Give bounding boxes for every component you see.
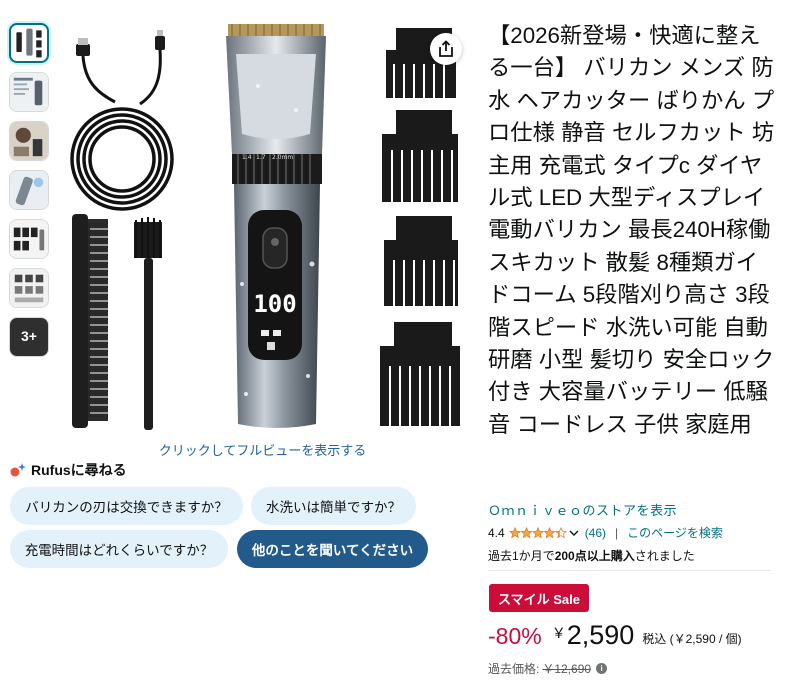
tax-unit-note: 税込 (￥2,590 / 個)	[642, 632, 742, 646]
guide-combs-icon	[380, 28, 460, 426]
hair-clipper-icon: 1.4 1.7 2.0mm 100	[226, 24, 326, 428]
price-row: -80% ￥ 2,590 税込 (￥2,590 / 個)	[488, 620, 742, 651]
fullview-link[interactable]: クリックしてフルビューを表示する	[60, 440, 465, 459]
main-product-image[interactable]: 1.4 1.7 2.0mm 100	[60, 14, 472, 434]
rufus-heading: Rufusに尋ねる	[10, 460, 127, 480]
dial-mark-3: 2.0mm	[272, 154, 293, 161]
clipper-kit-illustration: 1.4 1.7 2.0mm 100	[70, 24, 460, 430]
share-button[interactable]	[430, 33, 462, 65]
past-price: 過去価格: ￥12,690 i	[488, 660, 608, 677]
rating-row: 4.4 (46) | このページを検索	[488, 524, 723, 541]
store-link[interactable]: Ｏｍｎｉｖｅｏのストアを表示	[488, 500, 677, 519]
cleaning-brush-icon	[134, 217, 162, 430]
guide-comb-3	[384, 216, 458, 306]
bought-prefix: 過去1か月で	[488, 549, 555, 563]
search-page-link[interactable]: このページを検索	[627, 524, 723, 541]
thumbnail-strip: 3+	[9, 23, 51, 366]
rufus-heading-label: Rufusに尋ねる	[31, 462, 127, 478]
bought-suffix: されました	[634, 549, 695, 563]
guide-comb-thumb-icon	[10, 220, 48, 258]
info-icon[interactable]: i	[596, 663, 608, 674]
dial-mark-2: 1.7	[256, 154, 266, 161]
clipper-set-thumb-icon	[16, 28, 42, 58]
thumbnail-1[interactable]	[9, 23, 49, 63]
thumbnail-2[interactable]	[9, 72, 49, 112]
product-title: 【2026新登場・快適に整える一台】 バリカン メンズ 防水 ヘアカッター ばり…	[488, 23, 775, 437]
thumbnail-3[interactable]	[9, 121, 49, 161]
rufus-sparkle-icon	[10, 463, 26, 477]
lcd-readout: 100	[253, 290, 296, 318]
feature-thumb-icon	[10, 171, 48, 209]
rating-value: 4.4	[488, 525, 505, 540]
rufus-ask-other-button[interactable]: 他のことを聞いてください	[237, 530, 428, 568]
current-price: 2,590	[566, 620, 635, 650]
spec-sheet-thumb-icon	[10, 73, 48, 111]
package-contents-thumb-icon	[10, 269, 48, 307]
bought-count: 200点以上購入	[554, 549, 635, 563]
past-price-value: ￥12,690	[542, 662, 592, 676]
more-thumbnails-label: 3+	[21, 328, 37, 344]
guide-comb-2	[382, 110, 458, 202]
discount-percent: -80%	[488, 623, 542, 649]
review-count-link[interactable]: (46)	[585, 526, 606, 540]
thumbnail-6[interactable]	[9, 268, 49, 308]
thumbnail-4[interactable]	[9, 170, 49, 210]
star-rating-icon	[508, 526, 567, 538]
divider	[488, 570, 771, 571]
rufus-question-3[interactable]: 充電時間はどれくらいですか？	[10, 530, 228, 568]
guide-comb-4	[380, 322, 460, 426]
star-rating[interactable]	[508, 526, 567, 539]
currency-symbol: ￥	[551, 625, 566, 641]
thumbnail-5[interactable]	[9, 219, 49, 259]
rating-separator: |	[615, 525, 619, 540]
usb-cable-icon	[70, 30, 174, 211]
share-icon	[439, 40, 453, 57]
bought-in-past-month: 過去1か月で200点以上購入されました	[488, 547, 695, 564]
chevron-down-icon[interactable]	[569, 529, 579, 537]
dial-mark-1: 1.4	[242, 154, 252, 161]
smile-sale-badge: スマイル Sale	[489, 584, 589, 612]
rufus-question-2[interactable]: 水洗いは簡単ですか？	[251, 487, 416, 525]
past-price-label: 過去価格:	[488, 662, 540, 676]
rufus-question-1[interactable]: バリカンの刃は交換できますか？	[10, 487, 243, 525]
usage-photo-thumb-icon	[10, 122, 48, 160]
comb-icon	[72, 214, 108, 428]
thumbnail-more[interactable]: 3+	[9, 317, 49, 357]
